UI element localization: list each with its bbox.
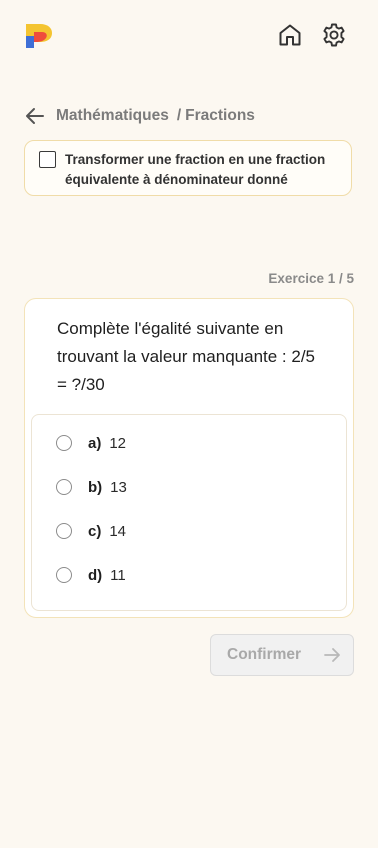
breadcrumb-subject[interactable]: Mathématiques xyxy=(56,107,169,125)
option-letter: c) xyxy=(88,522,102,540)
radio-button[interactable] xyxy=(56,523,72,539)
radio-button[interactable] xyxy=(56,567,72,583)
app-logo[interactable] xyxy=(24,22,54,50)
radio-button[interactable] xyxy=(56,479,72,495)
option-d[interactable]: d) 11 xyxy=(32,557,346,593)
radio-button[interactable] xyxy=(56,435,72,451)
confirm-button[interactable]: Confirmer xyxy=(210,634,354,676)
arrow-right-icon xyxy=(323,646,341,664)
breadcrumb-separator: / xyxy=(176,107,182,124)
option-b[interactable]: b) 13 xyxy=(32,469,346,505)
confirm-label: Confirmer xyxy=(227,646,302,663)
option-letter: a) xyxy=(88,434,102,452)
option-a[interactable]: a) 12 xyxy=(32,425,346,461)
option-letter: b) xyxy=(88,478,103,496)
option-value: 12 xyxy=(109,434,127,452)
option-value: 11 xyxy=(110,566,126,584)
gear-icon[interactable] xyxy=(321,22,347,48)
exercise-card: Complète l'égalité suivante en trouvant … xyxy=(24,298,354,618)
option-c[interactable]: c) 14 xyxy=(32,513,346,549)
breadcrumb-topic[interactable]: Fractions xyxy=(185,107,255,125)
objective-label: Transformer une fraction en une fraction… xyxy=(65,152,326,187)
option-value: 14 xyxy=(109,522,127,540)
option-value: 13 xyxy=(110,478,127,496)
answer-options: a) 12 b) 13 c) 14 d) 11 xyxy=(31,414,347,611)
top-bar xyxy=(0,0,378,72)
objective-checkbox[interactable] xyxy=(39,151,56,168)
home-icon[interactable] xyxy=(277,22,303,48)
objective-card: Transformer une fraction en une fraction… xyxy=(24,140,352,196)
option-letter: d) xyxy=(88,566,103,584)
arrow-left-icon[interactable] xyxy=(24,105,46,127)
breadcrumb: Mathématiques / Fractions xyxy=(24,104,255,128)
exercise-counter: Exercice 1 / 5 xyxy=(268,271,354,286)
question-text: Complète l'égalité suivante en trouvant … xyxy=(57,319,315,394)
